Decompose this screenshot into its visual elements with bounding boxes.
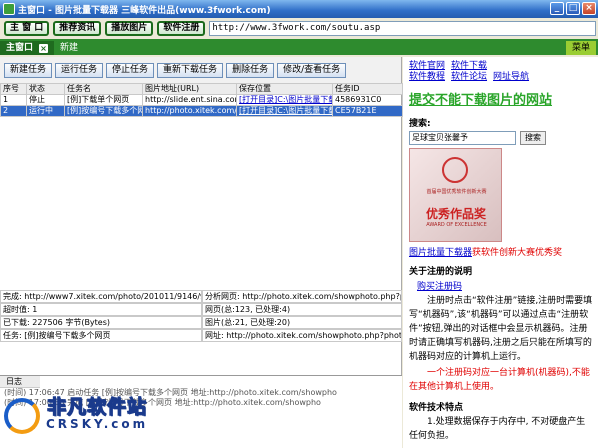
col-task-id[interactable]: 任务ID bbox=[332, 83, 403, 95]
menu-button[interactable]: 菜单 bbox=[565, 41, 596, 55]
app-icon bbox=[3, 3, 15, 15]
official-site-link[interactable]: 软件官网 bbox=[409, 61, 445, 71]
tab-main-label: 主窗口 bbox=[6, 43, 34, 53]
window-title: 主窗口 - 图片批量下载器 三峰软件出品(www.3fwork.com) bbox=[18, 5, 271, 16]
open-folder-link[interactable]: [打开目录]C:\图片批量下载器\ bbox=[236, 94, 333, 106]
cell-status: 停止 bbox=[26, 94, 65, 106]
edit-task-button[interactable]: 修改/查看任务 bbox=[277, 62, 347, 78]
download-link[interactable]: 软件下载 bbox=[451, 61, 487, 71]
info-sidebar: 软件官网 软件下载 软件教程 软件论坛 网址导航 提交不能下载图片的网站 搜索: 足球… bbox=[403, 57, 598, 448]
award-emblem-icon bbox=[442, 157, 468, 183]
register-heading: 关于注册的说明 bbox=[409, 267, 473, 277]
maximize-button[interactable]: □ bbox=[566, 2, 580, 15]
cell-status: 运行中 bbox=[26, 105, 65, 117]
downloaded-bytes: 已下载: 227506 字节(Bytes) bbox=[0, 316, 202, 329]
search-input[interactable]: 足球宝贝张馨予 bbox=[409, 131, 516, 145]
current-task: 任务: [例]按编号下载多个网页 bbox=[0, 329, 202, 342]
tab-bar: 主窗口 × 新建 菜单 bbox=[0, 39, 598, 55]
col-task-name[interactable]: 任务名 bbox=[64, 83, 143, 95]
completed-url: 完成: http://www7.xitek.com/photo/201011/9… bbox=[0, 290, 202, 303]
cell-index: 1 bbox=[0, 94, 27, 106]
cell-index: 2 bbox=[0, 105, 27, 117]
pages-progress: 网页(总:123, 已处理:4) bbox=[202, 303, 402, 316]
cell-task-name: [例]下载单个网页 bbox=[64, 94, 143, 106]
watermark-en: CRSKY.com bbox=[46, 417, 149, 431]
award-caption: 获软件创新大赛优秀奖 bbox=[472, 248, 563, 258]
new-task-button[interactable]: 新建任务 bbox=[4, 62, 53, 78]
col-image-url[interactable]: 图片地址(URL) bbox=[142, 83, 237, 95]
redownload-task-button[interactable]: 重新下载任务 bbox=[157, 62, 224, 78]
forum-link[interactable]: 软件论坛 bbox=[451, 72, 487, 82]
register-description: 注册时点击“软件注册”链接,注册时需要填写“机器码”,该“机器码”可以通过点击“… bbox=[409, 296, 593, 362]
play-images-button[interactable]: 播放图片 bbox=[105, 20, 154, 36]
submit-site-link[interactable]: 提交不能下载图片的网站 bbox=[409, 89, 594, 108]
nav-link[interactable]: 网址导航 bbox=[493, 72, 529, 82]
watermark: 非凡软件站 CRSKY.com bbox=[46, 392, 149, 432]
cell-task-id: 4586931C0 bbox=[332, 94, 403, 106]
news-button[interactable]: 推荐资讯 bbox=[53, 20, 102, 36]
current-address: 网址: http://photo.xitek.com/showphoto.php… bbox=[202, 329, 402, 342]
watermark-cn: 非凡软件站 bbox=[47, 396, 148, 419]
features-heading: 软件技术特点 bbox=[409, 403, 464, 413]
timeout-value: 超时值: 1 bbox=[0, 303, 202, 316]
register-warning: 一个注册码对应一台计算机(机器码),不能在其他计算机上使用。 bbox=[409, 368, 590, 392]
table-header-row: 序号 状态 任务名 图片地址(URL) 保存位置 任务ID bbox=[0, 83, 403, 95]
search-button[interactable]: 搜索 bbox=[520, 131, 546, 145]
tab-new[interactable]: 新建 bbox=[54, 41, 84, 55]
col-save-location[interactable]: 保存位置 bbox=[236, 83, 333, 95]
images-progress: 图片(总:21, 已处理:20) bbox=[202, 316, 402, 329]
cell-image-url: http://slide.ent.sina.com bbox=[142, 94, 237, 106]
product-link[interactable]: 图片批量下载器 bbox=[409, 248, 472, 258]
main-window-button[interactable]: 主 窗 口 bbox=[4, 20, 50, 36]
col-status[interactable]: 状态 bbox=[26, 83, 65, 95]
col-index[interactable]: 序号 bbox=[0, 83, 27, 95]
cell-image-url: http://photo.xitek.com/sl bbox=[142, 105, 237, 117]
url-input[interactable]: http://www.3fwork.com/soutu.asp bbox=[209, 20, 596, 36]
tab-main[interactable]: 主窗口 × bbox=[0, 41, 55, 55]
delete-task-button[interactable]: 删除任务 bbox=[226, 62, 275, 78]
table-row[interactable]: 1 停止 [例]下载单个网页 http://slide.ent.sina.com… bbox=[0, 94, 403, 106]
award-name: 优秀作品奖 bbox=[425, 207, 486, 221]
buy-license-link[interactable]: 购买注册码 bbox=[417, 279, 594, 292]
award-image: 首届中国优秀软件创新大赛 优秀作品奖 AWARD OF EXCELLENCE bbox=[409, 148, 502, 242]
title-bar: 主窗口 - 图片批量下载器 三峰软件出品(www.3fwork.com) _ □… bbox=[0, 0, 598, 18]
stop-task-button[interactable]: 停止任务 bbox=[106, 62, 155, 78]
close-button[interactable]: × bbox=[582, 2, 596, 15]
task-table: 序号 状态 任务名 图片地址(URL) 保存位置 任务ID 1 停止 [例]下载… bbox=[0, 83, 403, 117]
tutorial-link[interactable]: 软件教程 bbox=[409, 72, 445, 82]
open-folder-link[interactable]: [打开目录]C:\图片批量下载器\ bbox=[236, 105, 333, 117]
register-button[interactable]: 软件注册 bbox=[157, 20, 206, 36]
run-task-button[interactable]: 运行任务 bbox=[55, 62, 104, 78]
award-sub: AWARD OF EXCELLENCE bbox=[426, 222, 487, 228]
cell-task-name: [例]按编号下载多个网页 bbox=[64, 105, 143, 117]
minimize-button[interactable]: _ bbox=[550, 2, 564, 15]
features-text: 1.处理数据保存于内存中, 不对硬盘产生任何负担。 bbox=[409, 417, 586, 441]
main-toolbar: 主 窗 口 推荐资讯 播放图片 软件注册 http://www.3fwork.c… bbox=[0, 18, 598, 38]
cell-task-id: CE57B21E bbox=[332, 105, 403, 117]
task-actions: 新建任务 运行任务 停止任务 重新下载任务 删除任务 修改/查看任务 bbox=[0, 57, 401, 83]
analyze-page: 分析网页: http://photo.xitek.com/showphoto.p… bbox=[202, 290, 402, 303]
log-tab[interactable]: 日志 bbox=[0, 376, 40, 388]
table-row[interactable]: 2 运行中 [例]按编号下载多个网页 http://photo.xitek.co… bbox=[0, 105, 403, 117]
award-title: 首届中国优秀软件创新大赛 bbox=[426, 189, 487, 195]
close-tab-icon[interactable]: × bbox=[39, 43, 49, 53]
watermark-logo-icon bbox=[4, 398, 40, 434]
status-info: 完成: http://www7.xitek.com/photo/201011/9… bbox=[0, 290, 402, 342]
search-label: 搜索: bbox=[409, 119, 431, 129]
